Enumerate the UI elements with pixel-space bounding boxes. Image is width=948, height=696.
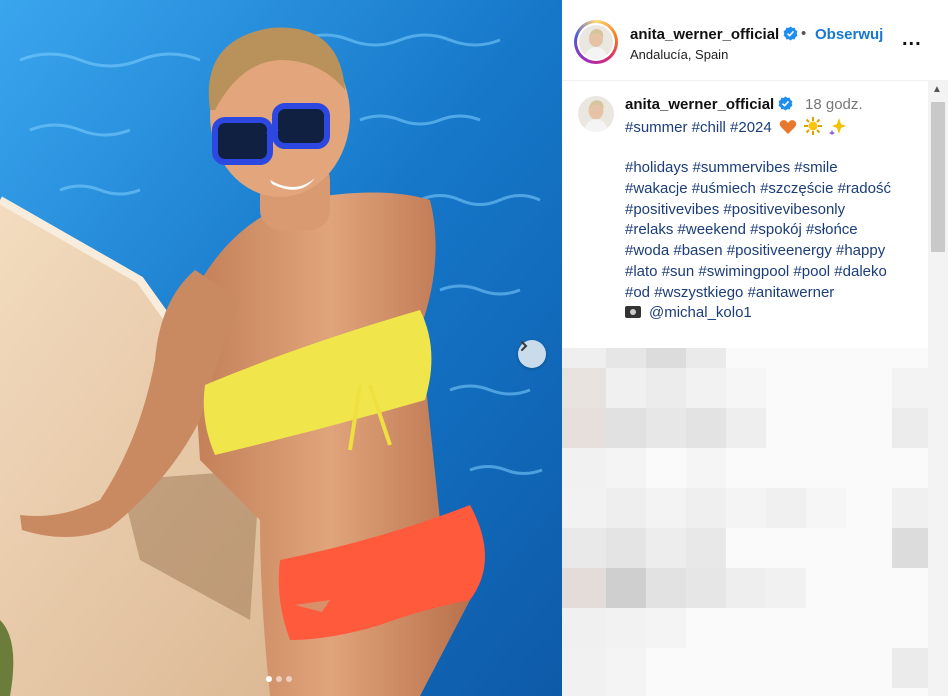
hashtag-line[interactable]: #relaks #weekend #spokój #słońce xyxy=(625,220,925,241)
heart-icon xyxy=(779,120,797,134)
caption-username-text[interactable]: anita_werner_official xyxy=(625,96,774,113)
photo-credit: @michal_kolo1 xyxy=(625,304,752,321)
sparkles-icon xyxy=(829,118,847,135)
post-header: anita_werner_official • Obserwuj Andaluc… xyxy=(562,0,948,81)
caption-hashtags[interactable]: #summer #chill #2024 xyxy=(625,119,772,136)
caption-hashtag-block: #holidays #summervibes #smile #wakacje #… xyxy=(625,158,925,304)
hashtag-line[interactable]: #woda #basen #positiveenergy #happy xyxy=(625,241,925,262)
hashtag-line[interactable]: #positivevibes #positivevibesonly xyxy=(625,200,925,221)
hashtag-line[interactable]: #lato #sun #swimingpool #pool #daleko xyxy=(625,262,925,283)
username-text[interactable]: anita_werner_official xyxy=(630,26,779,43)
carousel-dot[interactable] xyxy=(266,676,272,682)
header-username[interactable]: anita_werner_official xyxy=(630,26,798,43)
hashtag-line[interactable]: #holidays #summervibes #smile xyxy=(625,158,925,179)
verified-badge-icon xyxy=(778,96,793,111)
carousel-dot[interactable] xyxy=(276,676,282,682)
avatar xyxy=(579,25,613,59)
caption-username[interactable]: anita_werner_official xyxy=(625,96,793,113)
scrollbar-thumb[interactable] xyxy=(931,102,945,252)
pool-photo-illustration xyxy=(0,0,562,696)
hashtag-line[interactable]: #od #wszystkiego #anitawerner xyxy=(625,283,925,304)
post-location[interactable]: Andalucía, Spain xyxy=(630,47,728,62)
carousel-dots xyxy=(266,676,292,682)
verified-badge-icon xyxy=(783,26,798,41)
caption-first-line: #summer #chill #2024 xyxy=(625,117,847,136)
more-options-icon[interactable]: ... xyxy=(902,28,922,51)
blurred-comments xyxy=(562,348,948,696)
post-side-panel: anita_werner_official • Obserwuj Andaluc… xyxy=(562,0,948,696)
pixelated-mosaic xyxy=(562,348,928,696)
credit-mention[interactable]: @michal_kolo1 xyxy=(649,304,752,321)
caption-avatar[interactable] xyxy=(578,96,614,132)
camera-icon xyxy=(625,306,641,318)
scroll-up-arrow-icon[interactable]: ▲ xyxy=(932,84,942,95)
story-ring-avatar[interactable] xyxy=(574,20,618,64)
post-timestamp[interactable]: 18 godz. xyxy=(805,96,863,113)
follow-button[interactable]: Obserwuj xyxy=(815,26,883,43)
sun-icon xyxy=(804,117,823,135)
caption-scrollbar[interactable]: ▲ xyxy=(928,80,948,696)
separator-dot: • xyxy=(801,25,807,42)
carousel-dot[interactable] xyxy=(286,676,292,682)
carousel-next-button[interactable] xyxy=(518,340,546,368)
chevron-right-icon xyxy=(521,341,528,351)
hashtag-line[interactable]: #wakacje #uśmiech #szczęście #radość xyxy=(625,179,925,200)
post-photo xyxy=(0,0,562,696)
